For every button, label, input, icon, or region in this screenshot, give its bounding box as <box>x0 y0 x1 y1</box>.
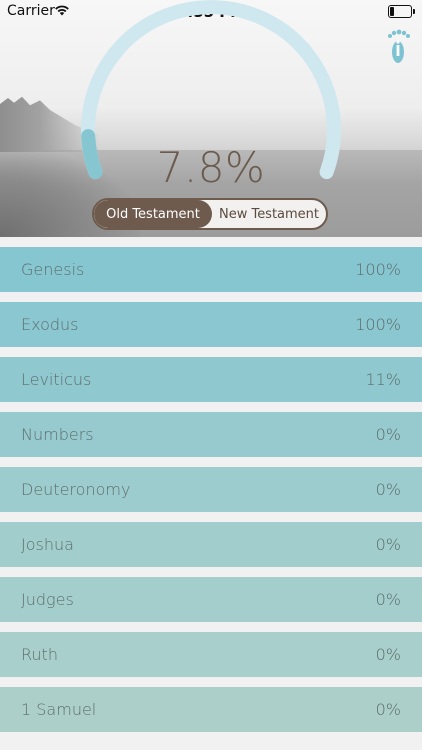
book-row-ruth[interactable]: Ruth 0% <box>0 632 422 677</box>
book-percent: 0% <box>375 590 401 609</box>
book-name: Joshua <box>21 535 74 554</box>
book-percent: 0% <box>375 700 401 719</box>
book-row-judges[interactable]: Judges 0% <box>0 577 422 622</box>
book-name: Numbers <box>21 425 94 444</box>
tab-new-testament[interactable]: New Testament <box>212 200 326 228</box>
book-list: Genesis 100% Exodus 100% Leviticus 11% N… <box>0 247 422 742</box>
testament-segmented-control: Old Testament New Testament <box>92 198 328 230</box>
book-row-leviticus[interactable]: Leviticus 11% <box>0 357 422 402</box>
book-percent: 0% <box>375 645 401 664</box>
book-percent: 100% <box>355 315 401 334</box>
overall-progress-label: 7.8% <box>156 143 266 192</box>
book-row-genesis[interactable]: Genesis 100% <box>0 247 422 292</box>
book-percent: 0% <box>375 480 401 499</box>
book-row-numbers[interactable]: Numbers 0% <box>0 412 422 457</box>
book-row-1-samuel[interactable]: 1 Samuel 0% <box>0 687 422 732</box>
book-percent: 0% <box>375 535 401 554</box>
book-name: 1 Samuel <box>21 700 97 719</box>
book-name: Leviticus <box>21 370 92 389</box>
book-name: Judges <box>21 590 74 609</box>
tab-old-testament[interactable]: Old Testament <box>94 200 212 228</box>
book-row-exodus[interactable]: Exodus 100% <box>0 302 422 347</box>
book-percent: 0% <box>375 425 401 444</box>
book-percent: 11% <box>365 370 401 389</box>
book-percent: 100% <box>355 260 401 279</box>
book-name: Genesis <box>21 260 85 279</box>
book-name: Exodus <box>21 315 79 334</box>
book-name: Deuteronomy <box>21 480 131 499</box>
header: Carrier 9:55 PM 7.8% Old Testament New T… <box>0 0 422 237</box>
book-row-joshua[interactable]: Joshua 0% <box>0 522 422 567</box>
book-row-deuteronomy[interactable]: Deuteronomy 0% <box>0 467 422 512</box>
book-name: Ruth <box>21 645 58 664</box>
